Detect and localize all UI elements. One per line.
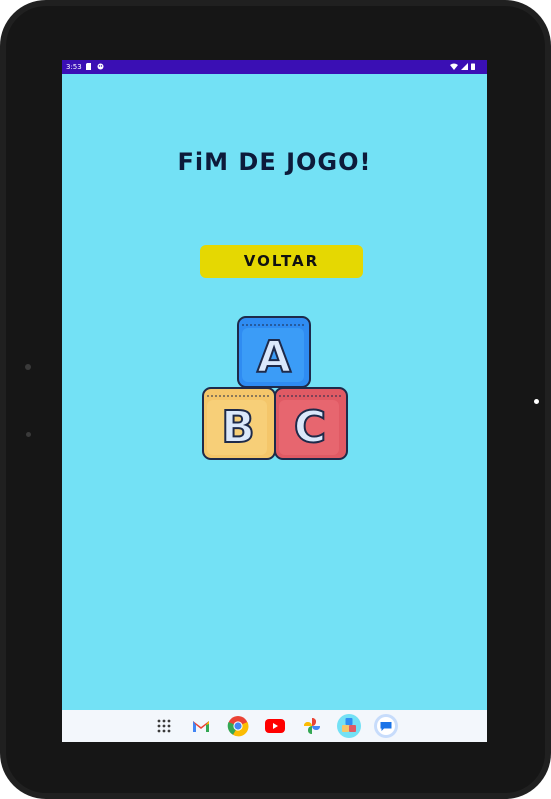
block-letter-b: B bbox=[221, 402, 255, 453]
app-dock bbox=[62, 710, 487, 742]
notification-icon bbox=[97, 63, 104, 70]
block-letter-c: C bbox=[294, 402, 326, 453]
block-a: A bbox=[237, 316, 311, 388]
gmail-icon[interactable] bbox=[189, 714, 213, 738]
battery-icon bbox=[471, 63, 475, 70]
photos-icon[interactable] bbox=[300, 714, 324, 738]
app-drawer-icon[interactable] bbox=[152, 714, 176, 738]
status-time: 3:53 bbox=[66, 63, 82, 71]
side-sensor bbox=[25, 364, 31, 370]
block-b: B bbox=[202, 387, 276, 460]
abc-app-icon[interactable] bbox=[336, 714, 361, 738]
page-title: FiM DE JOGO! bbox=[177, 148, 372, 176]
block-letter-a: A bbox=[257, 332, 291, 383]
front-camera bbox=[534, 399, 539, 404]
side-sensor bbox=[26, 432, 31, 437]
app-screen: 3:53 FiM DE JOGO! VOLTAR A B C bbox=[62, 60, 487, 742]
youtube-icon[interactable] bbox=[263, 714, 287, 738]
status-notifications bbox=[86, 63, 104, 70]
wifi-icon bbox=[450, 63, 458, 70]
messages-icon[interactable] bbox=[373, 714, 398, 738]
block-c: C bbox=[274, 387, 348, 460]
sd-card-icon bbox=[86, 63, 91, 70]
chrome-icon[interactable] bbox=[226, 714, 250, 738]
signal-icon bbox=[461, 63, 468, 70]
back-button[interactable]: VOLTAR bbox=[200, 245, 363, 278]
tablet-frame: 3:53 FiM DE JOGO! VOLTAR A B C bbox=[0, 0, 551, 799]
abc-blocks-illustration: A B C bbox=[202, 316, 348, 460]
status-bar: 3:53 bbox=[62, 60, 487, 74]
status-system-icons bbox=[450, 63, 475, 70]
